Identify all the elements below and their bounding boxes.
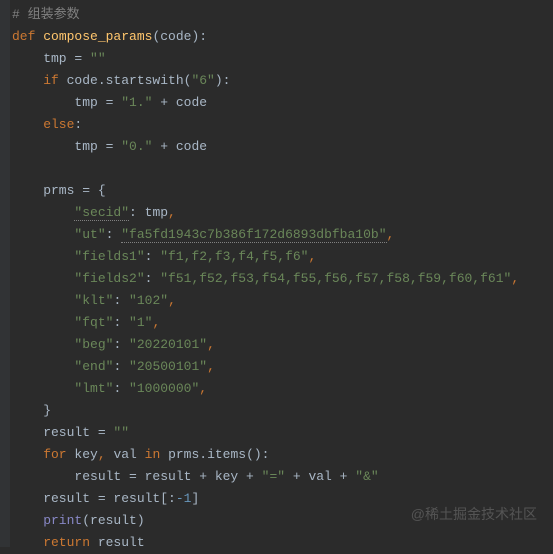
code-line: # 组装参数	[12, 4, 553, 26]
comment-text: # 组装参数	[12, 7, 80, 22]
code-line: def compose_params(code):	[12, 26, 553, 48]
code-line: result = result + key + "=" + val + "&"	[12, 466, 553, 488]
code-line: "fqt": "1",	[12, 312, 553, 334]
code-line: return result	[12, 532, 553, 554]
code-line: for key, val in prms.items():	[12, 444, 553, 466]
code-line: "klt": "102",	[12, 290, 553, 312]
code-editor[interactable]: # 组装参数 def compose_params(code): tmp = "…	[0, 0, 553, 554]
code-line: "fields2": "f51,f52,f53,f54,f55,f56,f57,…	[12, 268, 553, 290]
code-line: tmp = ""	[12, 48, 553, 70]
gutter	[0, 0, 10, 547]
watermark-text: @稀土掘金技术社区	[411, 503, 537, 525]
code-line: if code.startswith("6"):	[12, 70, 553, 92]
code-line: }	[12, 400, 553, 422]
code-line: "fields1": "f1,f2,f3,f4,f5,f6",	[12, 246, 553, 268]
code-line: "beg": "20220101",	[12, 334, 553, 356]
code-line: "end": "20500101",	[12, 356, 553, 378]
code-line: "ut": "fa5fd1943c7b386f172d6893dbfba10b"…	[12, 224, 553, 246]
code-line: "lmt": "1000000",	[12, 378, 553, 400]
code-line: result = ""	[12, 422, 553, 444]
code-line: "secid": tmp,	[12, 202, 553, 224]
code-line: else:	[12, 114, 553, 136]
code-line: tmp = "1." + code	[12, 92, 553, 114]
code-line: prms = {	[12, 180, 553, 202]
code-line: tmp = "0." + code	[12, 136, 553, 158]
code-line	[12, 158, 553, 180]
